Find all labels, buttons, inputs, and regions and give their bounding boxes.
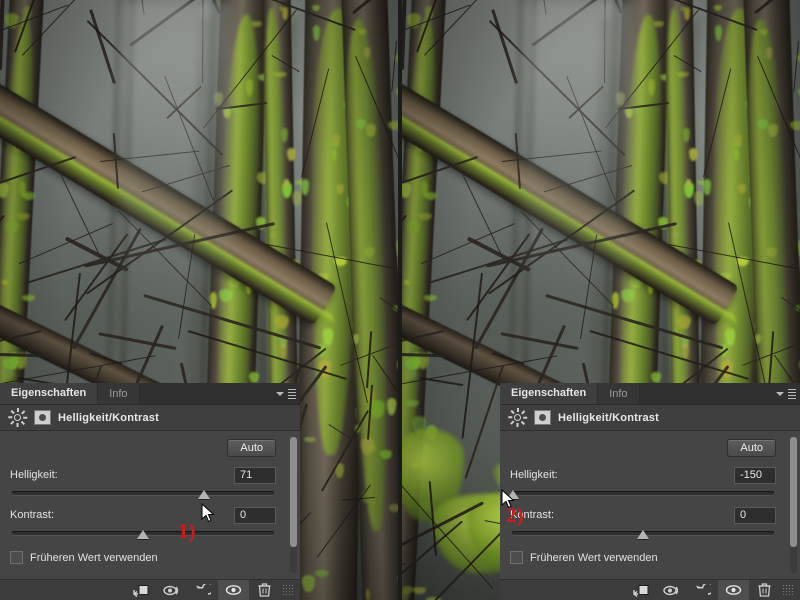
slider-thumb[interactable] [506,490,519,499]
resize-grip-icon[interactable] [782,584,794,596]
resize-grip-icon[interactable] [282,584,294,596]
panel-body: Auto Helligkeit: -150 Kontrast: 0 Früher… [500,431,800,579]
slider-thumb[interactable] [137,530,149,539]
canvas-divider [398,0,402,600]
panel-footer-toolbar [500,579,800,600]
properties-panel-right[interactable]: Eigenschaften Info Helligkeit/Kontrast Au… [500,383,800,600]
delete-trash-icon[interactable] [249,580,280,600]
slider-value-field[interactable]: 0 [734,506,776,524]
chevron-down-icon [776,391,784,396]
slider-track[interactable] [510,527,776,539]
tabbar-filler [139,383,276,404]
previous-value-label: Früheren Wert verwenden [30,551,158,564]
toggle-mask-view-icon[interactable] [656,580,687,600]
slider-track[interactable] [10,527,276,539]
reset-icon[interactable] [187,580,218,600]
hamburger-icon [288,387,296,401]
layer-mask-thumbnail[interactable] [534,410,551,425]
slider-thumb[interactable] [637,530,649,539]
previous-value-label: Früheren Wert verwenden [530,551,658,564]
tab-eigenschaften[interactable]: Eigenschaften [0,383,99,404]
slider-track[interactable] [506,487,776,499]
clip-to-layer-icon[interactable] [125,580,156,600]
brightness-contrast-icon [508,408,528,427]
panel-body: Auto Helligkeit: 71 Kontrast: 0 Früheren… [0,431,300,579]
tab-info[interactable]: Info [98,383,140,404]
slider-label: Helligkeit: [10,469,58,481]
toggle-mask-view-icon[interactable] [156,580,187,600]
delete-trash-icon[interactable] [749,580,780,600]
slider-value-field[interactable]: -150 [734,466,776,484]
adjustment-header: Helligkeit/Kontrast [0,405,300,431]
slider-value-field[interactable]: 71 [234,466,276,484]
previous-value-checkbox[interactable] [10,551,23,564]
tab-info[interactable]: Info [598,383,640,404]
previous-value-checkbox-row[interactable]: Früheren Wert verwenden [10,551,290,564]
slider-value-field[interactable]: 0 [234,506,276,524]
tabbar-filler [639,383,776,404]
slider-track[interactable] [10,487,276,499]
hamburger-icon [788,387,796,401]
tab-eigenschaften[interactable]: Eigenschaften [500,383,599,404]
brightness-contrast-icon [8,408,28,427]
visibility-eye-icon[interactable] [218,579,249,600]
auto-button[interactable]: Auto [727,439,776,457]
layer-mask-thumbnail[interactable] [34,410,51,425]
auto-button[interactable]: Auto [227,439,276,457]
properties-panel-left[interactable]: Eigenschaften Info Helligkeit/Kontrast Au… [0,383,300,600]
panel-tabbar: Eigenschaften Info [500,383,800,405]
slider-label: Helligkeit: [510,469,558,481]
slider-label: Kontrast: [10,509,55,521]
screenshot-root: Eigenschaften Info Helligkeit/Kontrast Au… [0,0,800,600]
slider-rail [12,491,274,495]
panel-menu-button[interactable] [276,383,300,404]
visibility-eye-icon[interactable] [718,579,749,600]
slider-group-contrast: Kontrast: 0 [510,505,790,539]
panel-tabbar: Eigenschaften Info [0,383,300,405]
reset-icon[interactable] [687,580,718,600]
panel-scrollbar-thumb[interactable] [790,437,797,547]
adjustment-title: Helligkeit/Kontrast [58,411,159,424]
slider-group-brightness: Helligkeit: 71 [10,465,290,499]
slider-group-brightness: Helligkeit: -150 [506,465,790,499]
previous-value-checkbox-row[interactable]: Früheren Wert verwenden [510,551,790,564]
clip-to-layer-icon[interactable] [625,580,656,600]
slider-thumb[interactable] [198,490,211,499]
adjustment-title: Helligkeit/Kontrast [558,411,659,424]
slider-rail [512,491,774,495]
panel-scrollbar-thumb[interactable] [290,437,297,547]
slider-group-contrast: Kontrast: 0 [10,505,290,539]
panel-menu-button[interactable] [776,383,800,404]
adjustment-header: Helligkeit/Kontrast [500,405,800,431]
previous-value-checkbox[interactable] [510,551,523,564]
panel-footer-toolbar [0,579,300,600]
annotation-number: 2) [506,503,524,527]
annotation-number: 1) [178,519,196,543]
chevron-down-icon [276,391,284,396]
